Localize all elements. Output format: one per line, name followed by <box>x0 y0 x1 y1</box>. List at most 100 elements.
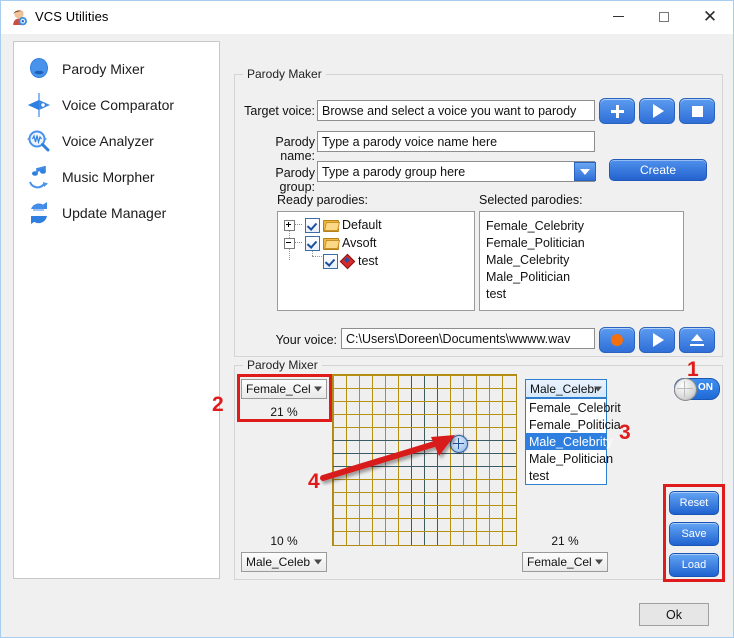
parody-mixer-caption: Parody Mixer <box>243 358 322 372</box>
parody-name-input[interactable]: Type a parody voice name here <box>317 131 595 152</box>
mixer-bottom-left-voice-select[interactable]: Male_Celeb <box>241 552 327 572</box>
application-window: VCS Utilities ✕ Parody Mixer Voice Compa… <box>0 0 734 638</box>
mixer-grid[interactable] <box>332 374 517 546</box>
maximize-button[interactable] <box>641 1 687 32</box>
app-icon <box>13 9 27 26</box>
sidebar-item-label: Update Manager <box>62 205 167 221</box>
mixer-handle[interactable] <box>450 435 468 453</box>
dropdown-option[interactable]: Female_Celebrit <box>526 399 621 416</box>
voice-analyzer-icon <box>24 126 54 156</box>
dropdown-option[interactable]: Male_Politician <box>526 450 613 467</box>
target-voice-input[interactable]: Browse and select a voice you want to pa… <box>317 100 595 121</box>
voice-comparator-icon <box>24 90 54 120</box>
load-button[interactable]: Load <box>669 553 719 577</box>
parody-group-input[interactable]: Type a parody group here <box>317 161 595 182</box>
list-item[interactable]: Male_Politician <box>486 268 570 285</box>
tree-checkbox[interactable] <box>305 217 320 233</box>
mixer-bottom-right-voice-value: Female_Cel <box>527 555 592 569</box>
mixer-bottom-left-percent: 10 % <box>270 534 298 548</box>
sidebar-item-update-manager[interactable]: Update Manager <box>24 196 214 230</box>
mixer-bottom-right-percent: 21 % <box>551 534 579 548</box>
tree-row-label: Default <box>342 218 382 232</box>
tree-checkbox[interactable] <box>305 235 320 251</box>
tree-row-label: test <box>358 254 379 268</box>
chevron-down-icon <box>594 386 602 391</box>
parody-maker-caption: Parody Maker <box>243 67 326 81</box>
chevron-down-icon <box>314 386 322 392</box>
eject-button[interactable] <box>679 327 715 353</box>
chevron-down-icon <box>595 559 603 565</box>
sidebar-item-music-morpher[interactable]: Music Morpher <box>24 160 214 194</box>
expand-icon[interactable] <box>284 219 295 231</box>
parody-name-label: Parody name: <box>275 135 315 163</box>
record-button[interactable] <box>599 327 635 353</box>
add-voice-button[interactable] <box>599 98 635 124</box>
tree-row-label: Avsoft <box>342 236 377 250</box>
selected-parodies-label: Selected parodies: <box>479 193 583 207</box>
close-button[interactable]: ✕ <box>687 1 733 32</box>
mixer-power-toggle[interactable]: ON <box>674 378 720 401</box>
save-button[interactable]: Save <box>669 522 719 546</box>
sidebar-item-voice-analyzer[interactable]: Voice Analyzer <box>24 124 214 158</box>
toggle-knob <box>674 378 697 401</box>
target-voice-label: Target voice: <box>244 104 315 118</box>
reset-button[interactable]: Reset <box>669 491 719 515</box>
tree-dots <box>295 224 302 226</box>
ready-parodies-tree[interactable]: Default Avsoft test <box>277 211 475 311</box>
selected-parodies-list[interactable]: Female_Celebrity Female_Politician Male_… <box>479 211 684 311</box>
folder-icon <box>323 219 339 232</box>
mixer-bottom-left-voice-value: Male_Celeb <box>246 555 311 569</box>
folder-icon <box>323 237 339 250</box>
add-icon <box>610 104 624 118</box>
list-item[interactable]: Female_Celebrity <box>486 217 584 234</box>
sidebar-item-label: Music Morpher <box>62 169 155 185</box>
sidebar-item-parody-mixer[interactable]: Parody Mixer <box>24 52 214 86</box>
parody-group-dropdown-button[interactable] <box>574 162 596 181</box>
tree-row[interactable]: Avsoft <box>284 234 377 252</box>
ok-button[interactable]: Ok <box>639 603 709 626</box>
sidebar: Parody Mixer Voice Comparator Voice Anal… <box>13 41 220 579</box>
minimize-icon <box>595 1 641 32</box>
mixer-top-left-voice-select[interactable]: Female_Cel <box>241 379 327 399</box>
create-button[interactable]: Create <box>609 159 707 181</box>
chevron-down-icon <box>580 168 590 175</box>
stop-icon <box>691 105 703 117</box>
tree-checkbox[interactable] <box>323 253 338 269</box>
mixer-top-left-voice-value: Female_Cel <box>246 382 311 396</box>
list-item[interactable]: Male_Celebrity <box>486 251 569 268</box>
your-voice-input[interactable]: C:\Users\Doreen\Documents\wwww.wav <box>341 328 595 349</box>
tree-dots <box>295 242 302 244</box>
your-voice-label: Your voice: <box>275 333 337 347</box>
ready-parodies-label: Ready parodies: <box>277 193 369 207</box>
sidebar-item-label: Voice Analyzer <box>62 133 154 149</box>
music-morpher-icon <box>24 162 54 192</box>
toggle-state-label: ON <box>698 382 713 393</box>
mixer-top-right-voice-select[interactable]: Male_Celebr <box>525 379 607 398</box>
stop-target-button[interactable] <box>679 98 715 124</box>
sidebar-item-voice-comparator[interactable]: Voice Comparator <box>24 88 214 122</box>
close-icon: ✕ <box>702 6 718 26</box>
dropdown-option[interactable]: Female_Politicia <box>526 416 621 433</box>
tree-row[interactable]: test <box>320 252 378 270</box>
dropdown-option-selected[interactable]: Male_Celebrity <box>526 433 612 450</box>
play-your-voice-button[interactable] <box>639 327 675 353</box>
mixer-bottom-right-voice-select[interactable]: Female_Cel <box>522 552 608 572</box>
play-target-button[interactable] <box>639 98 675 124</box>
mixer-top-left-percent: 21 % <box>270 405 298 419</box>
minimize-button[interactable] <box>595 1 641 32</box>
eject-icon <box>690 334 704 346</box>
list-item[interactable]: Female_Politician <box>486 234 585 251</box>
mixer-top-right-dropdown-list[interactable]: Female_Celebrit Female_Politicia Male_Ce… <box>525 398 621 485</box>
maximize-icon <box>641 1 687 32</box>
tree-row[interactable]: Default <box>284 216 382 234</box>
record-icon <box>611 334 623 346</box>
title-bar: VCS Utilities ✕ <box>1 1 733 34</box>
dropdown-option[interactable]: test <box>526 467 606 484</box>
update-manager-icon <box>24 198 54 228</box>
sidebar-item-label: Parody Mixer <box>62 61 145 77</box>
collapse-icon[interactable] <box>284 237 295 249</box>
parody-group-label: Parody group: <box>275 166 315 194</box>
chevron-down-icon <box>314 559 322 565</box>
list-item[interactable]: test <box>486 285 506 302</box>
play-icon <box>653 333 664 347</box>
